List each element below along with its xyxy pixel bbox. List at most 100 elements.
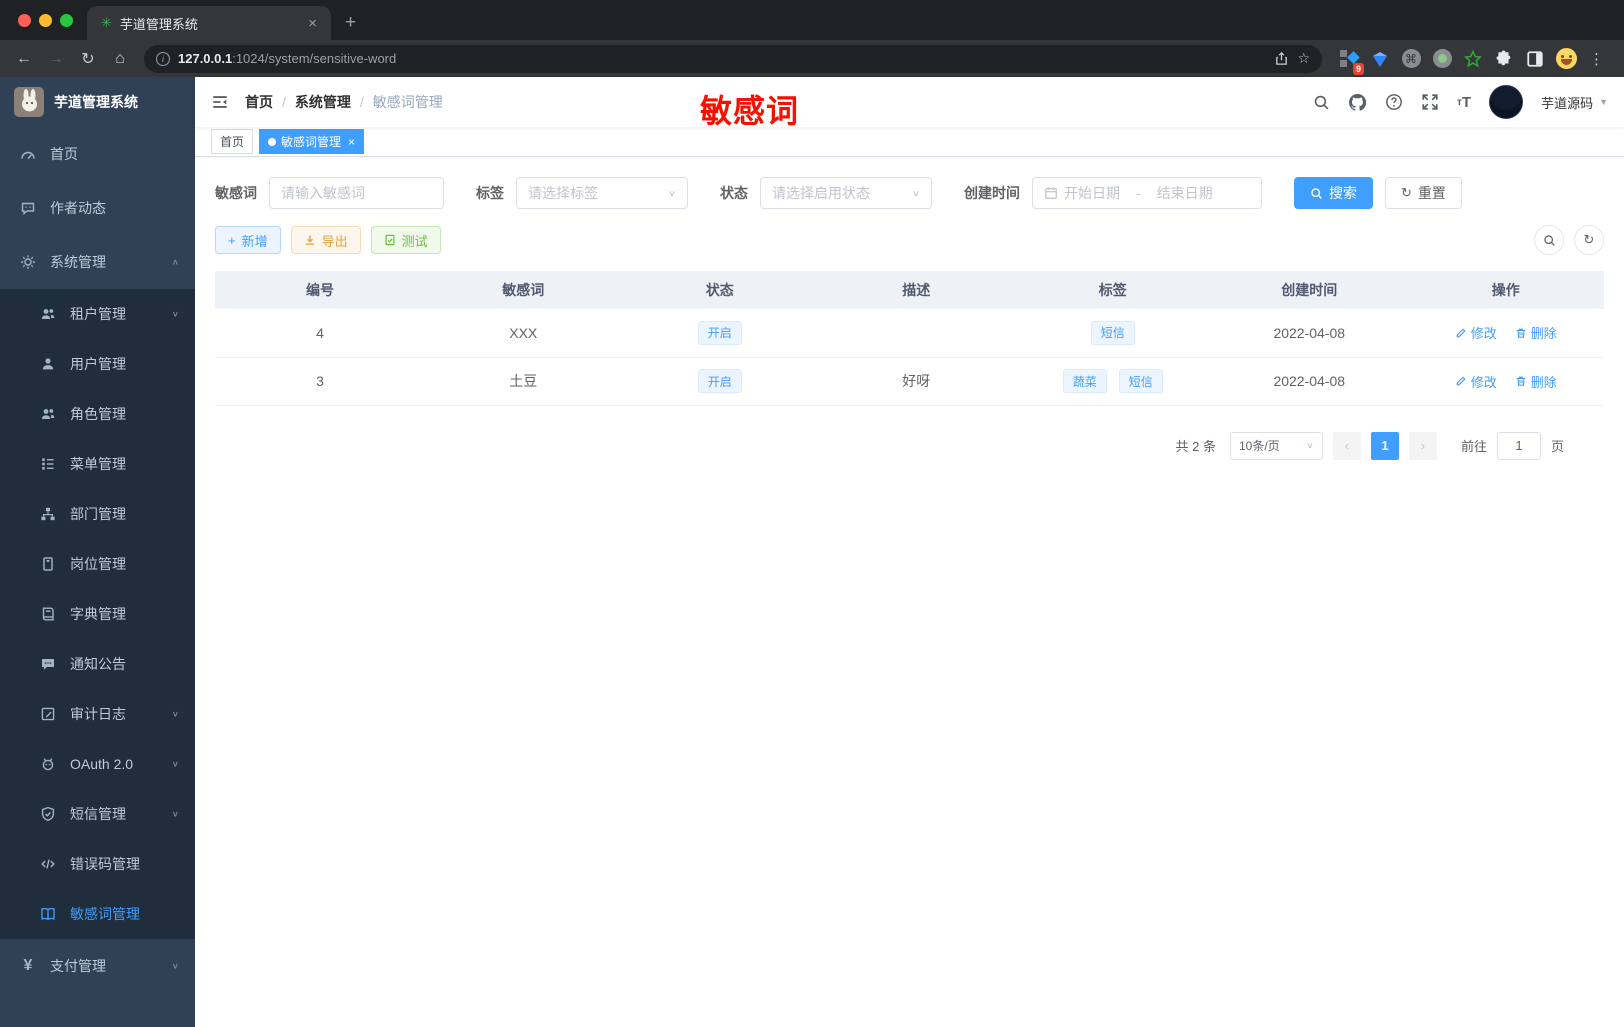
pagination: 共 2 条 10条/页 ∨ ‹ 1 › 前往 1 页	[215, 431, 1604, 460]
refresh-table-button[interactable]: ↻	[1574, 225, 1604, 255]
sidebar-item-user[interactable]: 用户管理	[0, 339, 195, 389]
chrome-menu-icon[interactable]: ⋮	[1586, 48, 1608, 70]
sidebar-item-label: 系统管理	[50, 254, 106, 270]
user-avatar[interactable]	[1489, 85, 1524, 119]
export-button[interactable]: 导出	[290, 226, 361, 254]
bookmark-star-icon[interactable]: ☆	[1297, 50, 1310, 67]
window-controls[interactable]	[0, 0, 87, 40]
minimize-window-button[interactable]	[39, 13, 52, 27]
next-page-button[interactable]: ›	[1408, 431, 1437, 460]
sidebar-item-dept[interactable]: 部门管理	[0, 489, 195, 539]
delete-button[interactable]: 删除	[1515, 323, 1557, 342]
sidebar-item-author-news[interactable]: 作者动态	[0, 181, 195, 235]
users-icon	[40, 306, 56, 322]
breadcrumb-system[interactable]: 系统管理	[295, 92, 351, 112]
extension-gem-icon[interactable]	[1369, 48, 1391, 70]
extension-grid-icon[interactable]: 9	[1338, 48, 1364, 75]
sidebar-item-notice[interactable]: 通知公告	[0, 639, 195, 689]
sidebar-item-oauth[interactable]: OAuth 2.0 ∨	[0, 739, 195, 789]
github-icon[interactable]	[1348, 93, 1367, 112]
goto-page-input[interactable]: 1	[1496, 431, 1541, 460]
tag-filter-label: 标签	[476, 185, 504, 201]
date-end-placeholder: 结束日期	[1156, 185, 1213, 201]
sidebar-item-post[interactable]: 岗位管理	[0, 539, 195, 589]
sidebar-item-error-code[interactable]: 错误码管理	[0, 839, 195, 889]
sidebar-item-home[interactable]: 首页	[0, 127, 195, 181]
fullscreen-icon[interactable]	[1421, 93, 1439, 111]
home-icon[interactable]: ⌂	[106, 45, 134, 73]
sidebar-item-label: 短信管理	[70, 806, 126, 822]
zoom-window-button[interactable]	[60, 13, 73, 27]
tab-close-icon[interactable]: ×	[304, 15, 321, 32]
test-button[interactable]: 测试	[370, 226, 441, 254]
caret-down-icon: ▼	[1599, 97, 1608, 107]
extension-star-icon[interactable]	[1462, 48, 1484, 70]
cell-created: 2022-04-08	[1211, 357, 1408, 406]
sidebar-item-tenant[interactable]: 租户管理 ∨	[0, 289, 195, 339]
forward-icon[interactable]: →	[42, 45, 70, 73]
sidebar-item-menu[interactable]: 菜单管理	[0, 439, 195, 489]
calendar-icon	[1044, 186, 1058, 200]
breadcrumb-home[interactable]: 首页	[245, 92, 273, 112]
logo-avatar	[14, 87, 44, 117]
col-actions: 操作	[1407, 271, 1604, 309]
site-info-icon[interactable]: i	[156, 51, 170, 66]
collapse-sidebar-icon[interactable]	[211, 93, 229, 111]
active-dot	[268, 137, 277, 146]
org-chart-icon	[40, 506, 56, 522]
role-users-icon	[40, 406, 56, 422]
edit-button[interactable]: 修改	[1455, 372, 1497, 391]
keyword-input[interactable]: 请输入敏感词	[269, 177, 444, 209]
extension-command-icon[interactable]: ⌘	[1400, 48, 1422, 70]
extensions-puzzle-icon[interactable]	[1493, 48, 1515, 70]
tag-view-current[interactable]: 敏感词管理 ×	[259, 129, 365, 154]
share-icon[interactable]	[1274, 51, 1289, 66]
address-bar[interactable]: i 127.0.0.1:1024/system/sensitive-word ☆	[144, 44, 1322, 73]
chevron-down-icon: ∨	[171, 309, 179, 319]
add-button[interactable]: + 新增	[215, 226, 281, 254]
header-search-icon[interactable]	[1313, 94, 1330, 111]
help-icon[interactable]	[1385, 93, 1403, 111]
reload-icon[interactable]: ↻	[74, 45, 102, 73]
search-button[interactable]: 搜索	[1294, 177, 1373, 209]
user-icon	[40, 356, 56, 372]
back-icon[interactable]: ←	[10, 45, 38, 73]
reset-button[interactable]: ↻ 重置	[1385, 177, 1462, 209]
toggle-search-button[interactable]	[1534, 225, 1564, 255]
sidebar-logo[interactable]: 芋道管理系统	[0, 77, 195, 127]
prev-page-button[interactable]: ‹	[1332, 431, 1361, 460]
page-size-select[interactable]: 10条/页 ∨	[1229, 431, 1323, 460]
sidebar-item-sms[interactable]: 短信管理 ∨	[0, 789, 195, 839]
edit-button[interactable]: 修改	[1455, 323, 1497, 342]
sidebar-item-dict[interactable]: 字典管理	[0, 589, 195, 639]
profile-avatar-icon[interactable]	[1555, 48, 1577, 70]
tag-select[interactable]: 请选择标签 ∨	[516, 177, 688, 209]
extension-record-icon[interactable]	[1431, 48, 1453, 70]
delete-button[interactable]: 删除	[1515, 372, 1557, 391]
close-window-button[interactable]	[18, 13, 31, 27]
status-select[interactable]: 请选择启用状态 ∨	[760, 177, 932, 209]
sidebar-item-system[interactable]: 系统管理 ∧	[0, 235, 195, 289]
refresh-icon: ↻	[1401, 185, 1412, 200]
close-icon[interactable]: ×	[348, 135, 355, 149]
tag-badge: 短信	[1118, 369, 1163, 393]
sidebar-item-label: 字典管理	[70, 606, 126, 622]
user-name-label: 芋道源码	[1541, 95, 1594, 111]
user-menu[interactable]: 芋道源码 ▼	[1541, 93, 1608, 112]
page-1-button[interactable]: 1	[1370, 431, 1399, 460]
app-header: 首页 / 系统管理 / 敏感词管理 敏感词 тT 芋道源码 ▼	[195, 77, 1624, 129]
reading-list-icon[interactable]	[1524, 48, 1546, 70]
keyword-label: 敏感词	[215, 185, 257, 201]
browser-tab[interactable]: ✳ 芋道管理系统 ×	[87, 6, 331, 40]
new-tab-button[interactable]: +	[345, 12, 356, 34]
cell-desc: 好呀	[818, 357, 1015, 406]
sidebar-item-role[interactable]: 角色管理	[0, 389, 195, 439]
sidebar-item-audit-log[interactable]: 审计日志 ∨	[0, 689, 195, 739]
sidebar-item-sensitive-word[interactable]: 敏感词管理	[0, 889, 195, 939]
date-range-picker[interactable]: 开始日期 - 结束日期	[1032, 177, 1262, 209]
tag-view-home[interactable]: 首页	[211, 129, 254, 154]
sidebar-item-pay[interactable]: ¥ 支付管理 ∨	[0, 939, 195, 993]
tag-label: 敏感词管理	[281, 135, 342, 149]
chevron-down-icon: ∨	[171, 961, 179, 971]
font-size-icon[interactable]: тT	[1457, 94, 1471, 111]
